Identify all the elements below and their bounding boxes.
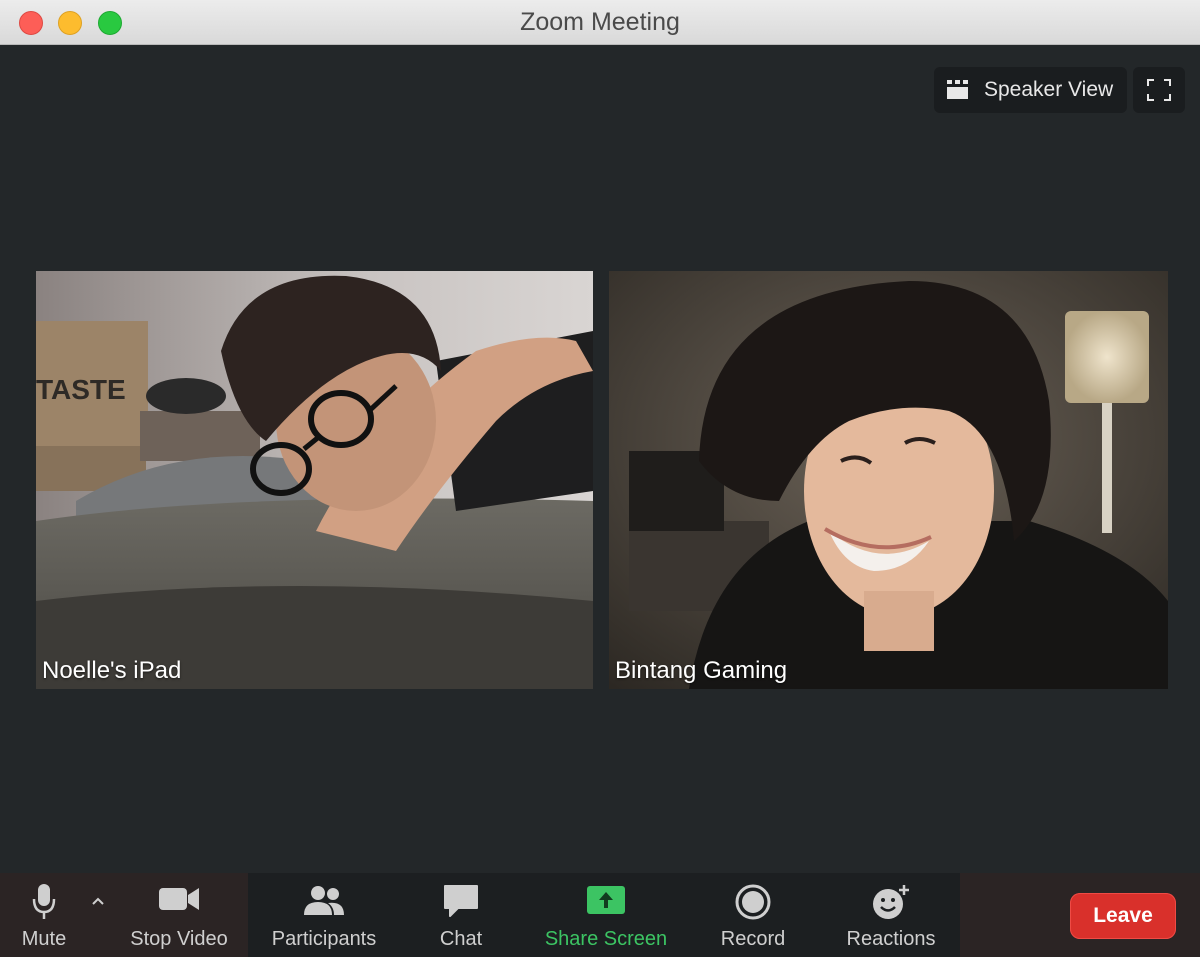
zoom-window: Zoom Meeting Speaker View TASTE Noelle's…: [0, 0, 1200, 957]
mute-label: Mute: [21, 928, 67, 950]
chat-bubble-icon: [444, 885, 478, 917]
grid-view-icon: [947, 80, 968, 99]
stop-video-button[interactable]: Stop Video: [118, 873, 240, 957]
audio-options-chevron-up-icon[interactable]: [88, 891, 108, 911]
participant-video-bintang: [609, 271, 1168, 689]
title-bar: Zoom Meeting: [0, 0, 1200, 45]
speaker-view-button[interactable]: Speaker View: [934, 67, 1127, 113]
video-camera-icon: [159, 888, 199, 910]
participants-icon: [304, 886, 344, 915]
record-button[interactable]: Record: [712, 873, 794, 957]
meeting-toolbar: Mute Stop Video Participants Chat Share …: [0, 873, 1200, 957]
leave-button[interactable]: Leave: [1070, 893, 1176, 939]
reactions-button[interactable]: Reactions: [836, 873, 946, 957]
chat-label: Chat: [439, 928, 483, 950]
participants-button[interactable]: Participants: [262, 873, 386, 957]
video-tile-bintang[interactable]: Bintang Gaming: [609, 271, 1168, 689]
mute-button[interactable]: Mute: [10, 873, 78, 957]
window-title: Zoom Meeting: [520, 8, 680, 36]
fullscreen-icon: [1147, 79, 1171, 101]
record-label: Record: [720, 928, 786, 950]
stop-video-label: Stop Video: [130, 928, 228, 950]
microphone-icon: [32, 884, 56, 919]
participant-name-noelle: Noelle's iPad: [42, 657, 182, 684]
share-screen-arrow-icon: [587, 886, 625, 914]
participant-name-bintang: Bintang Gaming: [615, 657, 788, 684]
speaker-view-label: Speaker View: [984, 78, 1114, 101]
participant-video-noelle: TASTE: [36, 271, 593, 689]
fullscreen-button[interactable]: [1133, 67, 1185, 113]
share-screen-button[interactable]: Share Screen: [536, 873, 676, 957]
record-icon: [735, 884, 771, 920]
reactions-label: Reactions: [846, 928, 936, 950]
video-tile-noelle[interactable]: TASTE Noelle's iPad: [36, 271, 593, 689]
participants-label: Participants: [271, 928, 377, 950]
chat-button[interactable]: Chat: [424, 873, 498, 957]
smiley-reaction-icon: [873, 885, 909, 919]
share-screen-label: Share Screen: [544, 928, 668, 950]
box-print: TASTE: [36, 374, 126, 405]
